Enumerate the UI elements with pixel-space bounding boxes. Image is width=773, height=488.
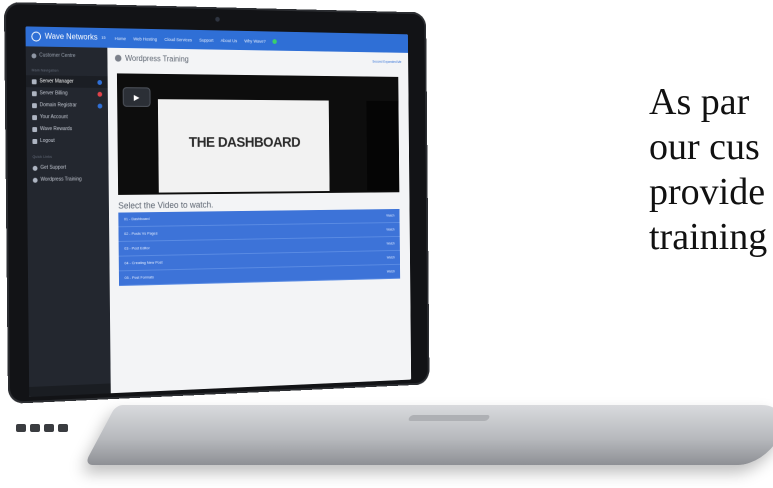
sidebar-section-main: Main Navigation <box>31 68 59 73</box>
logo-icon <box>31 31 42 42</box>
video-player[interactable]: ▶ THE DASHBOARD <box>116 73 400 195</box>
sidebar-item-label: Domain Registrar <box>39 102 77 109</box>
port-icon <box>30 424 40 432</box>
user-account-link[interactable]: Second Expanded Me <box>372 60 401 64</box>
top-nav-home[interactable]: Home <box>115 36 126 41</box>
sidebar-footer <box>29 383 111 397</box>
wordpress-logo-icon <box>114 54 122 62</box>
page-title: Wordpress Training <box>114 53 189 64</box>
video-list-item-label: 02 - Posts Vs Pages <box>124 230 158 236</box>
sidebar-item-your-account[interactable]: Your Account <box>26 111 108 123</box>
watch-link[interactable]: Watch <box>386 237 395 250</box>
video-side-panel <box>366 100 400 191</box>
port-icon <box>16 424 26 432</box>
sidebar-item-wave-rewards[interactable]: Wave Rewards <box>26 123 108 135</box>
laptop-screen: Wave Networks 15 Customer Centre Main Na… <box>25 26 412 397</box>
watch-link[interactable]: Watch <box>387 265 395 278</box>
sidebar-item-label: Logout <box>40 138 55 144</box>
video-title: THE DASHBOARD <box>188 134 301 151</box>
caption-text: As par our cus provide training <box>649 80 767 260</box>
sidebar-item-get-support[interactable]: Get Support <box>27 162 109 174</box>
top-nav-why-wave[interactable]: Why Wave? <box>244 38 265 43</box>
port-icon <box>58 424 68 432</box>
caption-line: provide <box>649 171 766 213</box>
support-icon <box>32 165 38 171</box>
sidebar-item-label: Your Account <box>39 114 68 121</box>
camera-icon <box>215 16 220 22</box>
page-title-text: Wordpress Training <box>125 53 189 64</box>
grid-icon <box>32 126 38 132</box>
server-icon <box>31 78 37 84</box>
video-list-item-label: 04 - Creating New Post <box>124 259 163 266</box>
dollar-icon <box>31 90 37 96</box>
sidebar-item-wordpress-training[interactable]: Wordpress Training <box>27 173 109 185</box>
status-badge <box>97 91 103 97</box>
notification-dot-icon <box>272 38 278 44</box>
top-nav-about-us[interactable]: About Us <box>221 38 238 43</box>
globe-icon <box>32 102 37 108</box>
brand-name: Wave Networks <box>44 31 98 42</box>
sidebar-item-label: Wave Rewards <box>39 126 73 133</box>
user-icon <box>32 114 37 120</box>
sidebar-item-label: Wordpress Training <box>40 176 82 183</box>
watch-link[interactable]: Watch <box>387 251 395 264</box>
laptop-base <box>84 405 773 465</box>
gear-icon <box>31 52 37 58</box>
caption-line: As par <box>649 81 750 123</box>
brand-bar[interactable]: Wave Networks 15 <box>25 26 108 48</box>
top-nav-cloud-services[interactable]: Cloud Services <box>164 37 192 42</box>
status-badge <box>97 103 103 109</box>
sidebar-item-label: Get Support <box>40 164 67 171</box>
video-list: 01 - Dashboard Watch 02 - Posts Vs Pages… <box>118 208 401 287</box>
watch-link[interactable]: Watch <box>386 223 394 236</box>
play-icon: ▶ <box>133 92 140 102</box>
sidebar-item-server-manager[interactable]: Server Manager <box>25 75 108 88</box>
wordpress-icon <box>32 177 38 183</box>
trackpad-notch <box>407 415 491 421</box>
logout-icon <box>32 138 38 144</box>
video-list-item-label: 05 - Post Formats <box>124 274 154 281</box>
brand-sup: 15 <box>101 34 106 40</box>
video-list-item-label: 01 - Dashboard <box>123 216 150 222</box>
video-select-heading: Select the Video to watch. <box>118 199 214 211</box>
caption-line: training <box>649 216 768 258</box>
laptop-ports <box>16 424 86 434</box>
top-nav-web-hosting[interactable]: Web Hosting <box>133 36 157 41</box>
customer-centre[interactable]: Customer Centre <box>26 46 108 61</box>
sidebar-item-logout[interactable]: Logout <box>27 135 109 147</box>
sidebar-item-server-billing[interactable]: Server Billing <box>26 87 108 100</box>
sidebar-item-domain-registrar[interactable]: Domain Registrar <box>26 99 108 111</box>
sidebar-item-label: Server Billing <box>39 90 68 97</box>
caption-line: our cus <box>649 126 760 168</box>
video-list-item-label: 03 - Post Editor <box>124 245 150 251</box>
sidebar-item-label: Server Manager <box>39 78 74 85</box>
main-content: Wordpress Training Second Expanded Me ▶ … <box>107 47 412 394</box>
status-badge <box>97 79 103 85</box>
laptop-lid: Wave Networks 15 Customer Centre Main Na… <box>3 1 430 404</box>
customer-centre-label: Customer Centre <box>39 52 76 60</box>
sidebar: Wave Networks 15 Customer Centre Main Na… <box>25 26 111 397</box>
sidebar-section-quick-links: Quick Links <box>32 154 53 159</box>
video-frame: THE DASHBOARD <box>157 99 330 193</box>
port-icon <box>44 424 54 432</box>
watch-link[interactable]: Watch <box>386 209 394 222</box>
top-nav-support[interactable]: Support <box>199 37 213 42</box>
play-button[interactable]: ▶ <box>122 87 151 107</box>
